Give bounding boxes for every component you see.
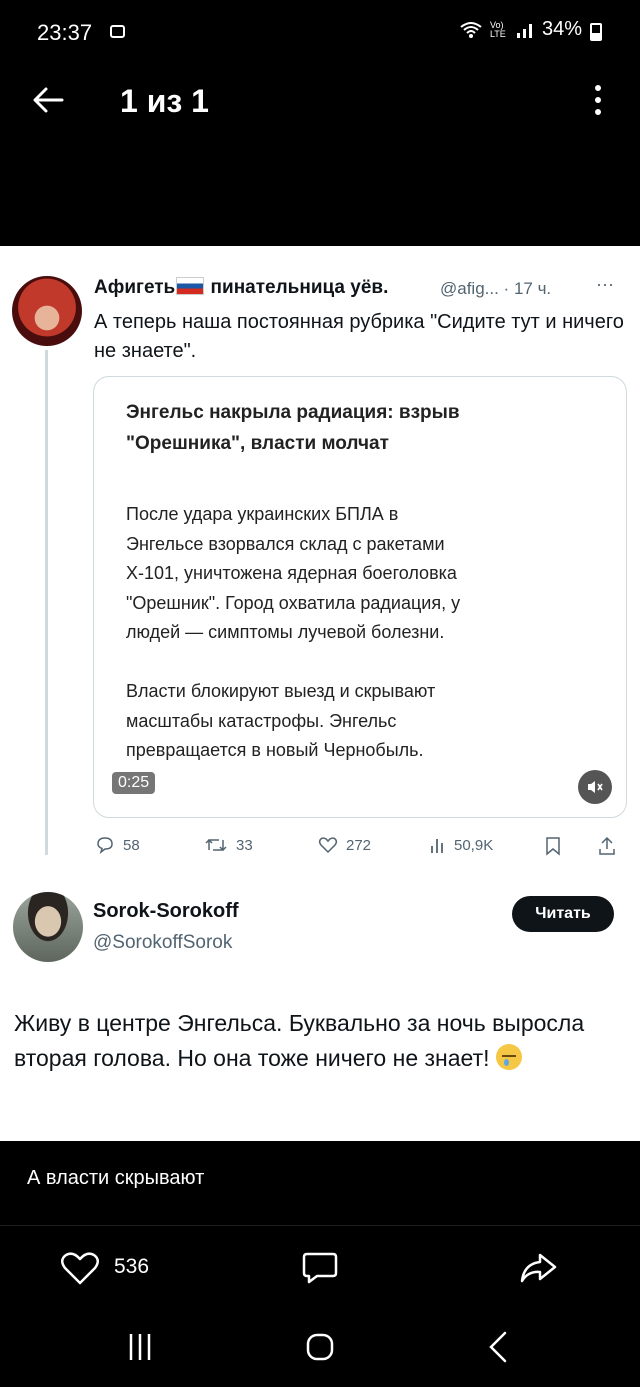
russia-flag-icon <box>176 277 205 295</box>
battery-percent: 34% <box>541 18 582 40</box>
reply-icon <box>97 837 113 854</box>
status-time: 23:37 <box>37 20 93 45</box>
author-name: Sorok-Sorokoff <box>93 900 239 922</box>
page-counter: 1 из 1 <box>120 83 209 119</box>
like-action: 272 <box>318 836 371 854</box>
signal-icon <box>516 23 532 38</box>
back-arrow-icon[interactable] <box>30 80 66 120</box>
post-caption: А власти скрывают <box>27 1167 205 1189</box>
views-action: 50,9K <box>430 836 493 854</box>
comment-icon[interactable] <box>301 1250 339 1286</box>
battery-icon <box>590 22 602 41</box>
sleepy-face-emoji-icon <box>495 1044 522 1070</box>
gallery-notification-icon <box>110 25 125 38</box>
avatar[interactable] <box>12 276 82 346</box>
video-card: Энгельс накрыла радиация: взрыв "Орешник… <box>93 376 627 818</box>
like-count: 272 <box>346 836 372 854</box>
heart-icon <box>318 837 338 854</box>
more-options-icon[interactable] <box>594 85 602 117</box>
share-icon <box>598 836 616 856</box>
reply-action: 58 <box>95 836 140 854</box>
video-body-text: После удара украинских БПЛА в Энгельсе в… <box>126 504 461 760</box>
author-name-part: пинательница уёв. <box>210 277 389 298</box>
tweet-more-icon: ··· <box>596 274 614 294</box>
author-handle: @SorokoffSorok <box>93 932 233 953</box>
avatar <box>13 892 83 962</box>
thread-line <box>45 350 48 855</box>
status-indicators: Vo) LTE 34% <box>460 18 602 41</box>
author-handle-time: @afig... · 17 ч. <box>440 279 552 298</box>
author-name: Афигеть пинательница уёв. <box>94 277 388 299</box>
volte-label: Vo) LTE <box>489 19 506 39</box>
view-count: 50,9K <box>454 836 494 854</box>
retweet-count: 33 <box>236 836 253 854</box>
screenshot-image[interactable]: Афигеть пинательница уёв. @afig... · 17 … <box>0 246 640 1141</box>
tweet-text: А теперь наша постоянная рубрика "Сидите… <box>94 311 624 362</box>
recent-apps-icon[interactable] <box>127 1332 153 1362</box>
bookmark-icon <box>545 836 561 856</box>
follow-button: Читать <box>512 896 614 932</box>
wifi-icon <box>460 21 482 38</box>
video-duration: 0:25 <box>112 772 156 794</box>
speaker-muted-icon <box>578 770 612 804</box>
like-count: 536 <box>114 1255 150 1278</box>
views-chart-icon <box>431 839 443 853</box>
like-heart-icon[interactable] <box>60 1250 100 1286</box>
reply-count: 58 <box>123 836 140 854</box>
retweet-action: 33 <box>204 836 253 854</box>
author-name-part: Афигеть <box>94 277 176 298</box>
nav-back-icon[interactable] <box>488 1331 508 1363</box>
divider <box>0 1225 640 1226</box>
retweet-icon <box>205 838 227 852</box>
share-arrow-icon[interactable] <box>518 1250 558 1286</box>
tweet-text: Живу в центре Энгельса. Буквально за ноч… <box>14 1006 614 1076</box>
home-icon[interactable] <box>306 1333 334 1361</box>
video-headline: Энгельс накрыла радиация: взрыв "Орешник… <box>126 402 460 454</box>
